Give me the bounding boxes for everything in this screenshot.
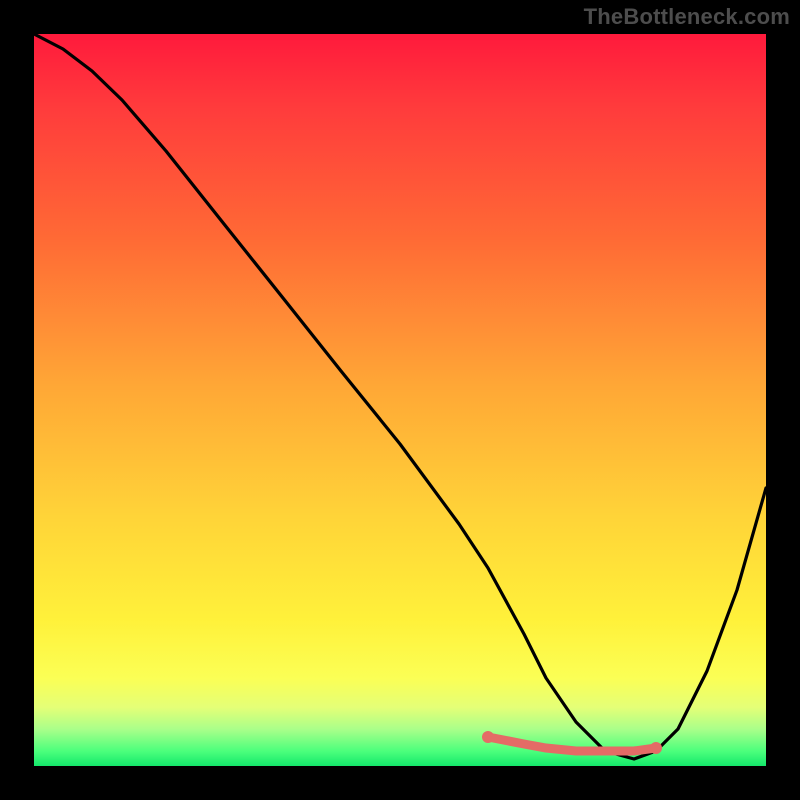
watermark-text: TheBottleneck.com xyxy=(584,4,790,30)
plot-area xyxy=(34,34,766,766)
optimal-range-accent xyxy=(488,737,656,751)
bottleneck-curve xyxy=(34,34,766,759)
accent-end-cap xyxy=(650,742,662,754)
curve-svg xyxy=(34,34,766,766)
chart-frame: TheBottleneck.com xyxy=(0,0,800,800)
